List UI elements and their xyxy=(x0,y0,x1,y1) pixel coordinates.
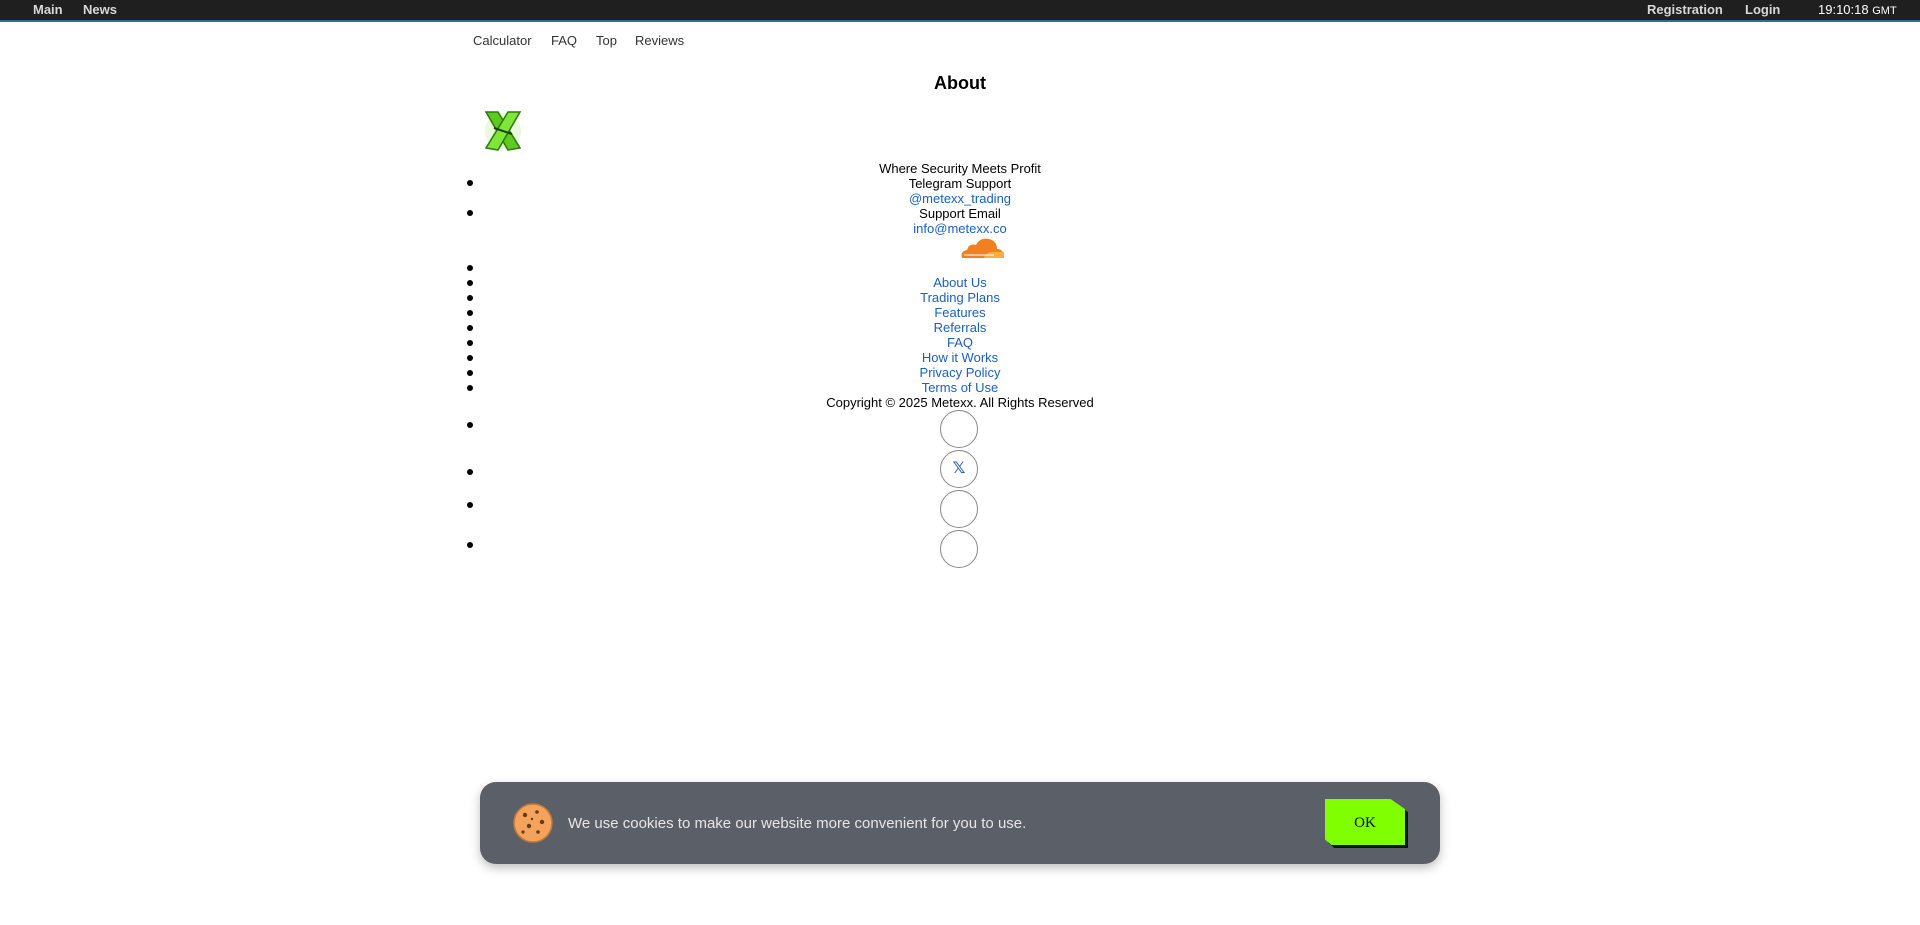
subnav-reviews[interactable]: Reviews xyxy=(635,33,684,49)
top-bar: Main News Registration Login 19:10:18 GM… xyxy=(0,0,1920,22)
server-clock: 19:10:18 GMT xyxy=(1818,0,1897,20)
metexx-logo-icon[interactable] xyxy=(482,108,524,154)
footer-link-privacy-policy[interactable]: Privacy Policy xyxy=(920,365,1001,380)
nav-news-link[interactable]: News xyxy=(83,0,117,20)
footer-link-about-us[interactable]: About Us xyxy=(933,275,986,290)
social-link-3[interactable] xyxy=(940,490,978,528)
subnav-calculator[interactable]: Calculator xyxy=(473,33,532,49)
nav-registration-link[interactable]: Registration xyxy=(1647,0,1723,20)
nav-login-link[interactable]: Login xyxy=(1745,0,1780,20)
footer-link-faq[interactable]: FAQ xyxy=(947,335,973,350)
clock-time: 19:10:18 xyxy=(1818,2,1869,17)
list-bullet xyxy=(467,502,473,508)
list-bullet xyxy=(467,265,473,271)
list-bullet xyxy=(467,469,473,475)
footer-link-features[interactable]: Features xyxy=(934,305,985,320)
cloudflare-icon xyxy=(961,238,1004,258)
subnav-faq[interactable]: FAQ xyxy=(551,33,577,49)
footer-link-referrals[interactable]: Referrals xyxy=(934,320,987,335)
cookie-banner: We use cookies to make our website more … xyxy=(480,782,1440,864)
clock-zone: GMT xyxy=(1872,5,1897,17)
subnav-top[interactable]: Top xyxy=(596,33,617,49)
copyright-text: Copyright © 2025 Metexx. All Rights Rese… xyxy=(826,395,1094,410)
list-bullet xyxy=(467,542,473,548)
social-link-1[interactable] xyxy=(940,410,978,448)
footer-link-how-it-works[interactable]: How it Works xyxy=(922,350,998,365)
list-bullet xyxy=(467,422,473,428)
cookie-ok-button[interactable]: OK xyxy=(1325,799,1405,845)
social-link-4[interactable] xyxy=(940,530,978,568)
footer-link-terms-of-use[interactable]: Terms of Use xyxy=(922,380,999,395)
cookie-icon xyxy=(513,803,553,843)
tagline: Where Security Meets Profit xyxy=(879,161,1041,176)
support-email-label: Support Email xyxy=(919,206,1001,221)
social-x-icon[interactable]: 𝕏 xyxy=(940,450,978,488)
telegram-support-label: Telegram Support xyxy=(908,176,1012,191)
nav-main-link[interactable]: Main xyxy=(33,0,63,20)
support-email-link[interactable]: info@metexx.co xyxy=(913,221,1006,236)
cookie-message: We use cookies to make our website more … xyxy=(568,815,1027,832)
page-title: About xyxy=(934,73,986,93)
footer-link-trading-plans[interactable]: Trading Plans xyxy=(920,290,1000,305)
telegram-support-link[interactable]: @metexx_trading xyxy=(909,191,1011,206)
